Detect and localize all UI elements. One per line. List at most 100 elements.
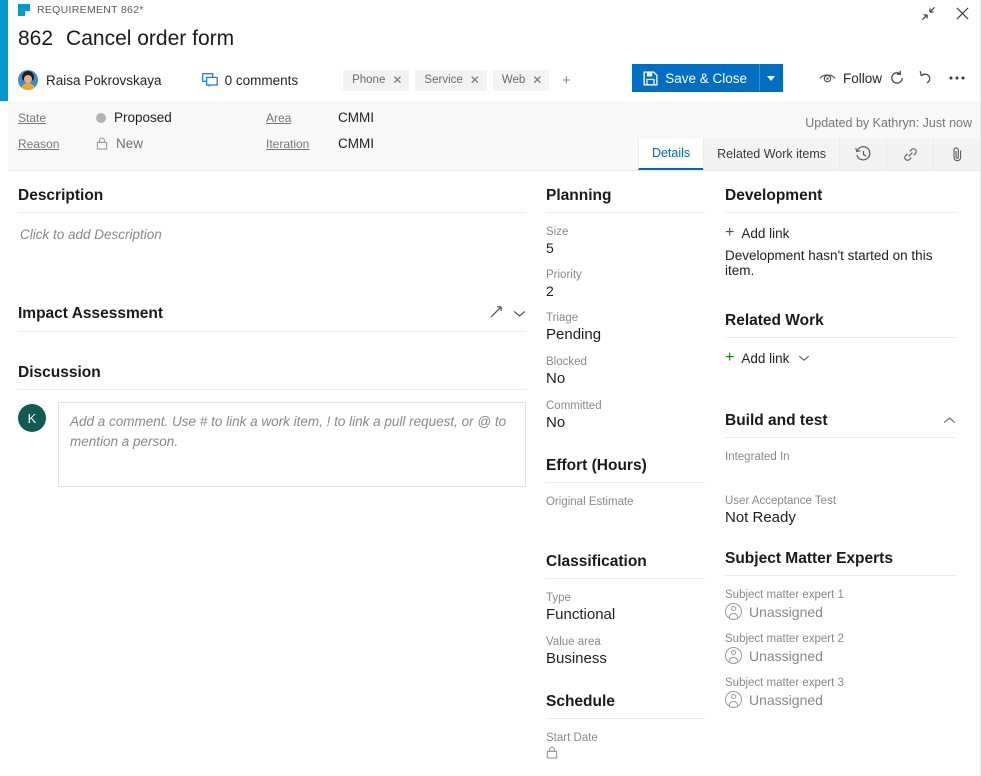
field-label: Size — [546, 226, 705, 238]
description-heading: Description — [18, 187, 526, 213]
field-label: Subject matter expert 3 — [725, 677, 956, 689]
state-dot-icon — [96, 113, 106, 123]
avatar — [18, 70, 38, 90]
area-value[interactable]: CMMI — [338, 110, 374, 125]
save-and-close-button[interactable]: Save & Close — [632, 64, 759, 92]
close-icon — [955, 6, 970, 21]
description-input[interactable]: Click to add Description — [18, 213, 526, 242]
state-field-strip: State Proposed Area CMMI Reason New Iter… — [8, 101, 980, 171]
related-work-add-link-button[interactable]: + Add link — [725, 350, 956, 366]
attachment-icon — [949, 146, 966, 163]
field-blocked: Blocked No — [546, 356, 705, 387]
work-item-title-row: 862 Cancel order form — [18, 27, 234, 51]
area-label: Area — [266, 111, 338, 125]
add-link-label: Add link — [741, 351, 789, 366]
build-and-test-section-header: Build and test — [725, 412, 956, 438]
field-triage: Triage Pending — [546, 312, 705, 343]
field-label: Original Estimate — [546, 496, 705, 508]
chevron-up-icon — [943, 416, 956, 425]
tab-related-work-items[interactable]: Related Work items — [703, 138, 839, 170]
tab-details[interactable]: Details — [638, 138, 703, 170]
tag-item[interactable]: Service ✕ — [415, 70, 486, 91]
iteration-label: Iteration — [266, 137, 338, 151]
tag-item[interactable]: Web ✕ — [493, 70, 550, 91]
build-and-test-collapse-button[interactable] — [943, 412, 956, 430]
close-icon[interactable]: ✕ — [392, 74, 402, 86]
impact-assessment-heading: Impact Assessment — [18, 305, 163, 323]
field-label: Triage — [546, 312, 705, 324]
schedule-heading: Schedule — [546, 693, 705, 719]
save-options-dropdown[interactable] — [759, 64, 783, 92]
field-label: Value area — [546, 636, 705, 648]
field-value[interactable]: Pending — [546, 326, 705, 343]
field-priority: Priority 2 — [546, 269, 705, 299]
tab-history[interactable] — [839, 138, 886, 170]
close-icon[interactable]: ✕ — [532, 74, 542, 86]
field-label: Priority — [546, 269, 705, 281]
refresh-button[interactable] — [882, 64, 912, 92]
window-controls — [914, 2, 976, 24]
field-value[interactable] — [725, 465, 956, 482]
tab-links[interactable] — [886, 138, 933, 170]
field-label: Committed — [546, 400, 705, 412]
restore-down-icon — [921, 6, 936, 21]
comments-button[interactable]: 0 comments — [202, 73, 299, 88]
field-value[interactable]: Not Ready — [725, 509, 956, 526]
field-value[interactable]: Unassigned — [725, 691, 956, 708]
restore-down-button[interactable] — [914, 2, 942, 24]
more-options-button[interactable] — [942, 64, 972, 92]
work-item-type-label: REQUIREMENT 862* — [37, 4, 144, 16]
updated-by-text: Updated by Kathryn: Just now — [805, 116, 972, 130]
reason-value-text: New — [116, 136, 143, 151]
field-value[interactable]: 5 — [546, 240, 705, 256]
header-actions: Save & Close Follow — [632, 64, 972, 92]
comments-count: 0 comments — [225, 73, 299, 88]
chevron-down-icon — [767, 76, 775, 81]
tab-attachments[interactable] — [933, 138, 980, 170]
field-label: Type — [546, 592, 705, 604]
field-value[interactable]: No — [546, 370, 705, 387]
field-value[interactable]: Functional — [546, 606, 705, 623]
person-icon — [725, 691, 742, 708]
tag-item[interactable]: Phone ✕ — [343, 70, 409, 91]
undo-button[interactable] — [912, 64, 942, 92]
middle-column: Planning Size 5 Priority 2 Triage Pendin… — [540, 171, 717, 776]
follow-button[interactable]: Follow — [819, 71, 882, 86]
field-original-estimate: Original Estimate — [546, 496, 705, 527]
iteration-value[interactable]: CMMI — [338, 136, 374, 151]
work-item-id: 862 — [18, 27, 53, 51]
reason-label: Reason — [18, 137, 96, 151]
field-value — [546, 746, 705, 762]
comment-input[interactable]: Add a comment. Use # to link a work item… — [58, 402, 526, 487]
chevron-down-icon — [798, 354, 810, 362]
field-value[interactable]: Unassigned — [725, 603, 956, 620]
save-and-close-label: Save & Close — [665, 71, 747, 86]
person-name: Unassigned — [749, 648, 823, 664]
chevron-down-icon — [513, 309, 526, 318]
more-options-icon — [948, 75, 966, 81]
close-icon[interactable]: ✕ — [470, 74, 480, 86]
form-content: Description Click to add Description Imp… — [8, 171, 980, 776]
close-button[interactable] — [948, 2, 976, 24]
lock-icon — [546, 746, 558, 759]
reason-value: New — [96, 136, 266, 151]
state-value[interactable]: Proposed — [96, 110, 266, 125]
collapse-toggle-button[interactable] — [513, 305, 526, 323]
field-value[interactable]: No — [546, 414, 705, 431]
expand-icon — [489, 304, 504, 319]
work-item-title[interactable]: Cancel order form — [66, 27, 234, 51]
tag-label: Service — [424, 74, 462, 86]
field-value[interactable]: Unassigned — [725, 647, 956, 664]
expand-button[interactable] — [489, 304, 504, 324]
field-value[interactable] — [546, 510, 705, 527]
development-add-link-button[interactable]: + Add link — [725, 225, 956, 241]
add-tag-button[interactable]: + — [555, 70, 577, 91]
left-column: Description Click to add Description Imp… — [8, 171, 540, 776]
assigned-to-field[interactable]: Raisa Pokrovskaya — [18, 70, 162, 90]
development-note: Development hasn't started on this item. — [725, 248, 956, 278]
field-value[interactable]: 2 — [546, 283, 705, 299]
subject-matter-experts-heading: Subject Matter Experts — [725, 550, 956, 576]
field-size: Size 5 — [546, 226, 705, 256]
lock-icon — [96, 137, 108, 150]
field-value[interactable]: Business — [546, 650, 705, 667]
